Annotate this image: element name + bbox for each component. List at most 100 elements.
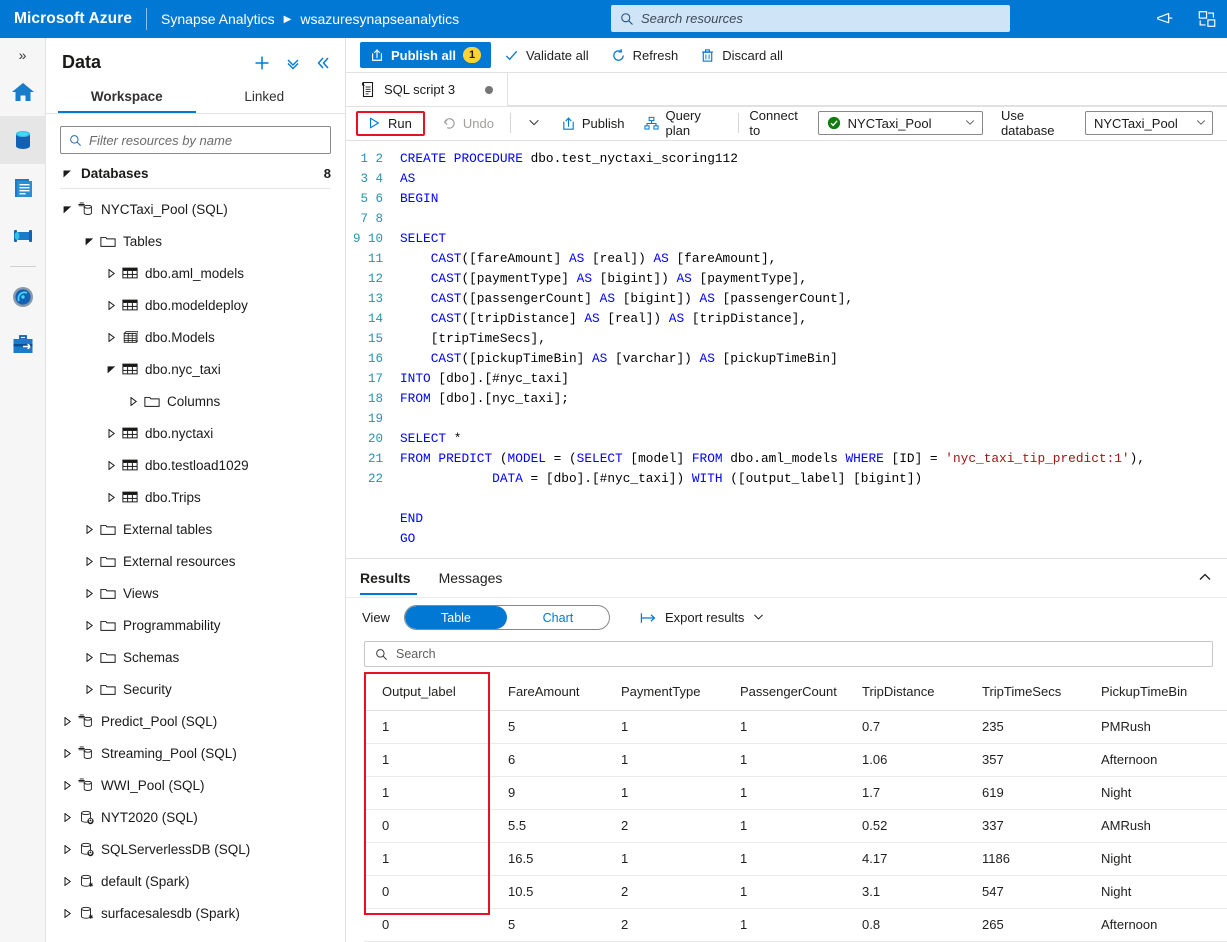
table-row[interactable]: 1 6 1 1 1.06 357 Afternoon — [364, 743, 1227, 778]
table-row[interactable]: 1 16.5 1 1 4.17 1186 Night — [364, 842, 1227, 877]
table-row[interactable]: 0 10.5 2 1 3.1 547 Night — [364, 875, 1227, 910]
twisty-right-icon[interactable] — [60, 908, 75, 918]
view-toggle[interactable]: Table Chart — [403, 605, 610, 631]
publish-button[interactable]: Publish — [552, 110, 634, 136]
tree-item[interactable]: dbo.testload1029 — [46, 449, 345, 481]
add-icon[interactable] — [253, 54, 271, 72]
table-row[interactable]: 0 5 2 1 0.8 265 Afternoon — [364, 908, 1227, 942]
tree-item[interactable]: dbo.nyctaxi — [46, 417, 345, 449]
rail-item-manage[interactable] — [0, 321, 46, 369]
breadcrumb-item-workspace[interactable]: wsazuresynapseanalytics — [300, 11, 459, 27]
twisty-right-icon[interactable] — [60, 844, 75, 854]
run-button[interactable]: Run — [356, 110, 425, 136]
column-header[interactable]: FareAmount — [490, 675, 603, 712]
tree-item[interactable]: Programmability — [46, 609, 345, 641]
global-search-input[interactable]: Search resources — [611, 5, 1010, 32]
column-header[interactable]: PassengerCount — [722, 675, 844, 712]
twisty-right-icon[interactable] — [60, 812, 75, 822]
twisty-right-icon[interactable] — [60, 716, 75, 726]
rail-item-develop[interactable] — [0, 164, 46, 212]
discard-all-button[interactable]: Discard all — [691, 42, 792, 68]
column-header[interactable]: Output_label — [364, 675, 490, 712]
cloud-shell-icon[interactable] — [1197, 9, 1217, 29]
twisty-down-icon[interactable] — [82, 237, 97, 246]
query-plan-button[interactable]: Query plan — [635, 108, 730, 138]
tree-item[interactable]: Columns — [46, 385, 345, 417]
tree-item[interactable]: NYCTaxi_Pool (SQL) — [46, 193, 345, 225]
tree-item[interactable]: Views — [46, 577, 345, 609]
tree-item[interactable]: External resources — [46, 545, 345, 577]
use-database-dropdown[interactable]: NYCTaxi_Pool — [1084, 111, 1213, 136]
twisty-right-icon[interactable] — [60, 780, 75, 790]
tree-item[interactable]: External tables — [46, 513, 345, 545]
twisty-right-icon[interactable] — [82, 524, 97, 534]
twisty-right-icon[interactable] — [104, 300, 119, 310]
column-header[interactable]: TripDistance — [844, 675, 964, 712]
tab-linked[interactable]: Linked — [196, 81, 334, 113]
tab-workspace[interactable]: Workspace — [58, 81, 196, 113]
tab-messages[interactable]: Messages — [439, 561, 509, 595]
column-header[interactable]: TripTimeSecs — [964, 675, 1083, 712]
tree-item[interactable]: surfacesalesdb (Spark) — [46, 897, 345, 929]
databases-group-header[interactable]: Databases 8 — [60, 166, 331, 189]
twisty-right-icon[interactable] — [104, 460, 119, 470]
tree-item[interactable]: dbo.modeldeploy — [46, 289, 345, 321]
twisty-right-icon[interactable] — [82, 684, 97, 694]
rail-expand-button[interactable]: » — [0, 42, 45, 68]
view-option-chart[interactable]: Chart — [507, 606, 609, 629]
collapse-icon[interactable] — [315, 55, 331, 71]
rail-item-monitor[interactable] — [0, 273, 46, 321]
tree-item[interactable]: dbo.nyc_taxi — [46, 353, 345, 385]
tree-item[interactable]: NYT2020 (SQL) — [46, 801, 345, 833]
twisty-right-icon[interactable] — [104, 428, 119, 438]
twisty-right-icon[interactable] — [104, 332, 119, 342]
twisty-right-icon[interactable] — [104, 268, 119, 278]
refresh-button[interactable]: Refresh — [602, 42, 688, 68]
rail-item-home[interactable] — [0, 68, 46, 116]
filter-resources-input[interactable]: Filter resources by name — [60, 126, 331, 154]
twisty-down-icon[interactable] — [60, 205, 75, 214]
rail-item-integrate[interactable] — [0, 212, 46, 260]
twisty-right-icon[interactable] — [104, 492, 119, 502]
breadcrumb-item-service[interactable]: Synapse Analytics — [161, 11, 275, 27]
twisty-right-icon[interactable] — [82, 652, 97, 662]
code-content[interactable]: CREATE PROCEDURE dbo.test_nyctaxi_scorin… — [392, 141, 1227, 558]
tree-item[interactable]: default (Spark) — [46, 865, 345, 897]
tree-item[interactable]: dbo.Models — [46, 321, 345, 353]
tree-item[interactable]: dbo.Trips — [46, 481, 345, 513]
connect-to-dropdown[interactable]: NYCTaxi_Pool — [817, 111, 983, 136]
tree-item[interactable]: Security — [46, 673, 345, 705]
twisty-right-icon[interactable] — [82, 588, 97, 598]
azure-brand[interactable]: Microsoft Azure — [0, 10, 132, 28]
tree-item[interactable]: WWI_Pool (SQL) — [46, 769, 345, 801]
column-header[interactable]: PickupTimeBin — [1083, 675, 1227, 712]
results-search-input[interactable]: Search — [364, 641, 1213, 668]
tree-item[interactable]: Streaming_Pool (SQL) — [46, 737, 345, 769]
tree-item[interactable]: Predict_Pool (SQL) — [46, 705, 345, 737]
undo-dropdown-button[interactable] — [518, 110, 550, 136]
tab-sql-script-3[interactable]: SQL script 3 — [346, 73, 509, 107]
sql-code-editor[interactable]: 1 2 3 4 5 6 7 8 9 10 11 12 13 14 15 16 1… — [346, 140, 1227, 559]
twisty-right-icon[interactable] — [82, 620, 97, 630]
twisty-right-icon[interactable] — [82, 556, 97, 566]
megaphone-icon[interactable] — [1155, 9, 1175, 29]
more-icon[interactable] — [285, 55, 301, 71]
twisty-down-icon[interactable] — [104, 365, 119, 374]
results-grid[interactable]: Output_label FareAmount PaymentType Passeng… — [364, 672, 1227, 942]
table-row[interactable]: 1 5 1 1 0.7 235 PMRush — [364, 710, 1227, 745]
twisty-right-icon[interactable] — [126, 396, 141, 406]
column-header[interactable]: PaymentType — [603, 675, 722, 712]
table-row[interactable]: 1 9 1 1 1.7 619 Night — [364, 776, 1227, 811]
tree-item[interactable]: Schemas — [46, 641, 345, 673]
tree-item[interactable]: SQLServerlessDB (SQL) — [46, 833, 345, 865]
tree-item[interactable]: dbo.aml_models — [46, 257, 345, 289]
tab-results[interactable]: Results — [360, 561, 417, 595]
validate-all-button[interactable]: Validate all — [495, 42, 598, 68]
rail-item-data[interactable] — [0, 116, 46, 164]
collapse-results-icon[interactable] — [1197, 569, 1213, 588]
export-results-button[interactable]: Export results — [640, 610, 765, 626]
table-row[interactable]: 0 5.5 2 1 0.52 337 AMRush — [364, 809, 1227, 844]
publish-all-button[interactable]: Publish all 1 — [360, 42, 492, 69]
twisty-right-icon[interactable] — [60, 876, 75, 886]
view-option-table[interactable]: Table — [404, 606, 507, 630]
